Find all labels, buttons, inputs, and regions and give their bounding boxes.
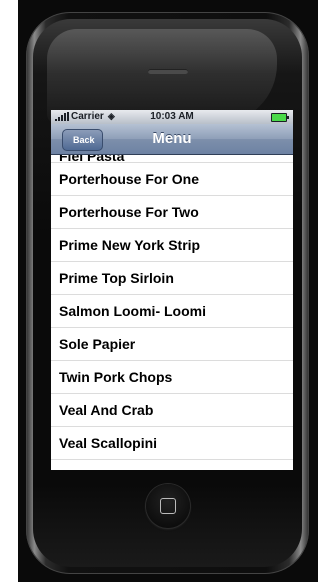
list-item[interactable]: Sole Papier xyxy=(51,328,293,361)
home-button[interactable] xyxy=(146,484,190,528)
earpiece-speaker xyxy=(148,69,188,74)
list-item[interactable]: Veal And Crab xyxy=(51,394,293,427)
list-item[interactable]: Fiel Pasta xyxy=(51,155,293,163)
list-item[interactable]: Porterhouse For One xyxy=(51,163,293,196)
list-item[interactable]: Prime Top Sirloin xyxy=(51,262,293,295)
home-square-icon xyxy=(160,498,176,514)
page-title: Menu xyxy=(152,130,192,147)
status-time: 10:03 AM xyxy=(150,111,194,122)
list-item[interactable]: Veal Scallopini xyxy=(51,427,293,460)
menu-list: Fiel Pasta Porterhouse For One Porterhou… xyxy=(51,155,293,460)
list-item[interactable]: Porterhouse For Two xyxy=(51,196,293,229)
list-item[interactable]: Twin Pork Chops xyxy=(51,361,293,394)
screen: Carrier ◈ 10:03 AM Back Menu Fiel Pasta … xyxy=(51,110,293,470)
list-item[interactable]: Salmon Loomi- Loomi xyxy=(51,295,293,328)
navigation-bar: Back Menu xyxy=(51,124,293,155)
status-bar: Carrier ◈ 10:03 AM xyxy=(51,110,293,124)
battery-icon xyxy=(271,113,289,122)
list-item[interactable]: Prime New York Strip xyxy=(51,229,293,262)
